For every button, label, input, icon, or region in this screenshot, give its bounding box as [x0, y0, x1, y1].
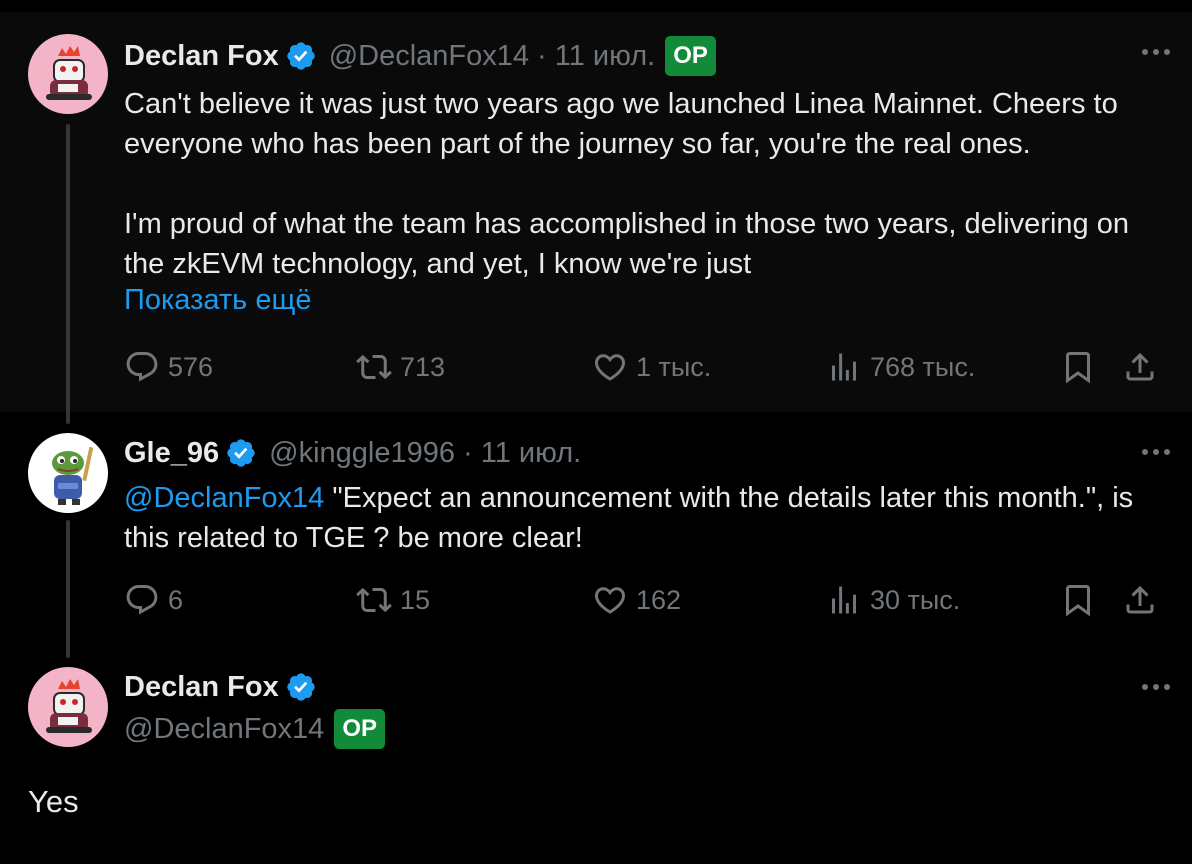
tweet-header: Declan Fox [124, 665, 317, 709]
author-handle[interactable]: @kinggle1996 [269, 437, 455, 470]
share-button[interactable] [1122, 349, 1158, 385]
author-handle[interactable]: @DeclanFox14 [329, 40, 529, 73]
avatar-image [28, 433, 108, 513]
views-count: 30 тыс. [870, 584, 961, 615]
repost-icon [356, 582, 392, 618]
op-badge: OP [665, 36, 716, 76]
avatar[interactable] [28, 667, 108, 747]
verified-icon[interactable] [285, 40, 317, 72]
like-button[interactable]: 1 тыс. [592, 349, 711, 385]
share-button[interactable] [1122, 582, 1158, 618]
author-handle[interactable]: @DeclanFox14 [124, 713, 324, 746]
tweet-header: Declan Fox @DeclanFox14 · 11 июл. OP [124, 34, 716, 78]
bookmark-button[interactable] [1060, 582, 1096, 618]
repost-button[interactable]: 713 [356, 349, 445, 385]
verified-icon[interactable] [225, 437, 257, 469]
bookmark-button[interactable] [1060, 349, 1096, 385]
repost-icon [356, 349, 392, 385]
op-badge: OP [334, 709, 385, 749]
bookmark-icon [1060, 582, 1096, 618]
tweet-text: Can't believe it was just two years ago … [124, 84, 1174, 284]
verified-icon[interactable] [285, 671, 317, 703]
author-name[interactable]: Declan Fox [124, 671, 279, 704]
avatar[interactable] [28, 34, 108, 114]
tweet-paragraph: Can't believe it was just two years ago … [124, 88, 1118, 160]
repost-count: 713 [400, 351, 446, 382]
avatar-image [28, 34, 108, 114]
tweet-actions: 576 713 1 тыс. 768 тыс. [124, 349, 1170, 389]
tweet-text: @DeclanFox14 "Expect an announcement wit… [124, 478, 1174, 558]
views-icon [826, 349, 862, 385]
show-more-link[interactable]: Показать ещё [124, 284, 311, 317]
more-icon[interactable] [1142, 49, 1170, 55]
repost-button[interactable]: 15 [356, 582, 430, 618]
reply-button[interactable]: 576 [124, 349, 213, 385]
mention-link[interactable]: @DeclanFox14 [124, 482, 324, 514]
reply-button[interactable]: 6 [124, 582, 183, 618]
author-name[interactable]: Gle_96 [124, 437, 219, 470]
tweet-subheader: @DeclanFox14 OP [124, 707, 385, 751]
tweet-header: Gle_96 @kinggle1996 · 11 июл. [124, 431, 581, 475]
more-icon[interactable] [1142, 684, 1170, 690]
bookmark-icon [1060, 349, 1096, 385]
avatar[interactable] [28, 433, 108, 513]
views-count: 768 тыс. [870, 351, 976, 382]
avatar-image [28, 667, 108, 747]
reply-icon [124, 349, 160, 385]
repost-count: 15 [400, 584, 431, 615]
views-button[interactable]: 768 тыс. [826, 349, 975, 385]
reply-icon [124, 582, 160, 618]
thread-line [66, 124, 70, 424]
tweet-actions: 6 15 162 30 тыс. [124, 582, 1170, 622]
author-name[interactable]: Declan Fox [124, 40, 279, 73]
views-button[interactable]: 30 тыс. [826, 582, 960, 618]
tweet-date[interactable]: · 11 июл. [463, 437, 581, 470]
reply-count: 576 [168, 351, 214, 382]
tweet-paragraph: I'm proud of what the team has accomplis… [124, 208, 1129, 280]
thread-line [66, 520, 70, 658]
tweet-date[interactable]: · 11 июл. [537, 40, 655, 73]
like-icon [592, 582, 628, 618]
views-icon [826, 582, 862, 618]
tweet-text: Yes [28, 784, 79, 819]
share-icon [1122, 349, 1158, 385]
reply-count: 6 [168, 584, 184, 615]
like-count: 1 тыс. [636, 351, 712, 382]
like-icon [592, 349, 628, 385]
like-button[interactable]: 162 [592, 582, 681, 618]
more-icon[interactable] [1142, 449, 1170, 455]
share-icon [1122, 582, 1158, 618]
like-count: 162 [636, 584, 682, 615]
